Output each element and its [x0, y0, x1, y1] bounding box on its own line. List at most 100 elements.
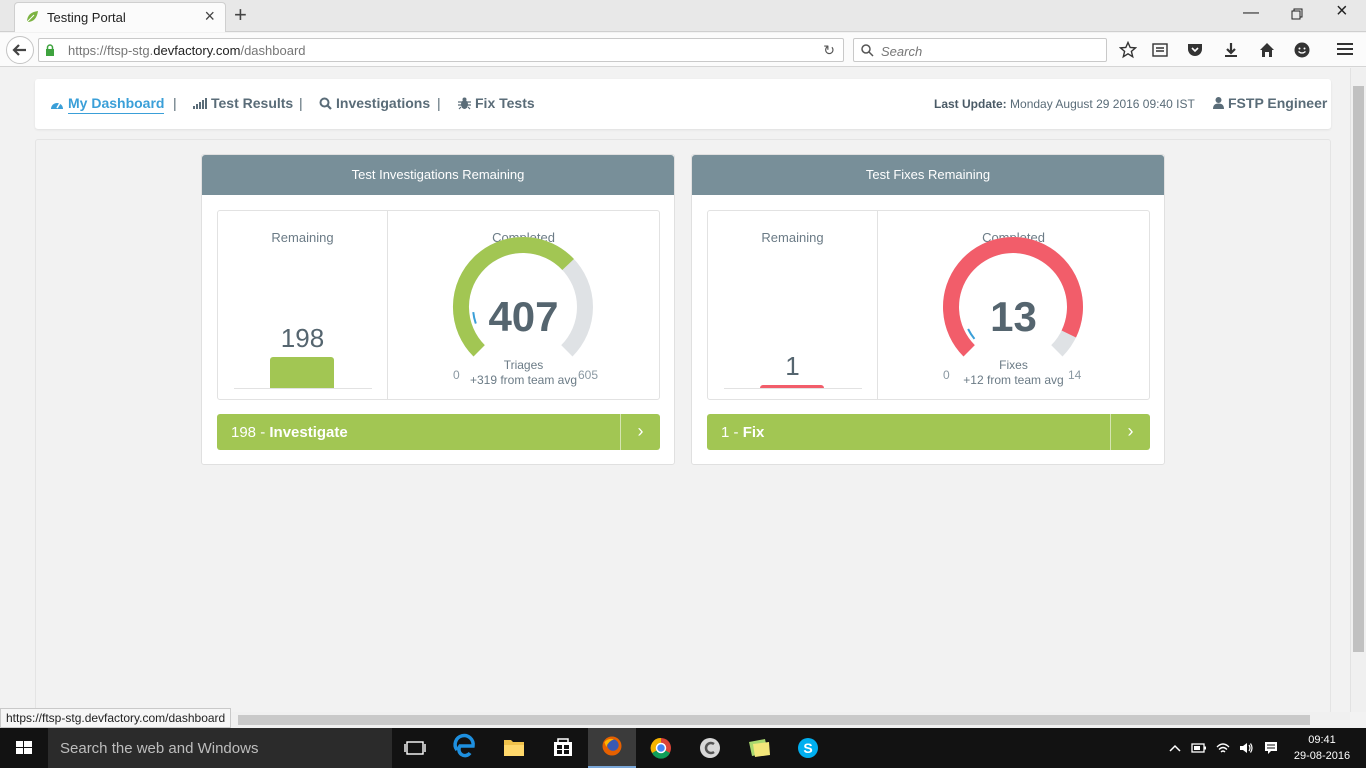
- pocket-icon[interactable]: [1186, 41, 1204, 59]
- battery-icon[interactable]: [1191, 740, 1207, 756]
- vertical-scrollbar[interactable]: [1350, 68, 1366, 712]
- windows-taskbar: Search the web and Windows S 09:41 29-08…: [0, 728, 1366, 768]
- completed-value: 13: [990, 293, 1037, 340]
- remaining-value: 198: [280, 323, 325, 353]
- nav-investigations[interactable]: Investigations: [319, 95, 430, 111]
- window-close-icon[interactable]: ×: [1336, 1, 1348, 21]
- card-title: Test Investigations Remaining: [202, 155, 674, 195]
- lock-icon: [46, 44, 54, 56]
- tab-title: Testing Portal: [47, 10, 126, 25]
- bar-baseline: [234, 388, 372, 389]
- last-update-label: Last Update:: [934, 97, 1007, 111]
- user-name: FSTP Engineer: [1228, 95, 1328, 111]
- gauge-unit: Triages: [503, 358, 544, 372]
- scroll-thumb[interactable]: [1353, 86, 1364, 652]
- completed-panel: Completed 13 Fixes +12 from team avg 0 1…: [878, 211, 1149, 399]
- nav-fix-tests[interactable]: Fix Tests: [458, 95, 535, 111]
- gauge-min: 0: [453, 368, 460, 382]
- nav-my-dashboard[interactable]: My Dashboard: [50, 95, 165, 114]
- last-update-value: Monday August 29 2016 09:40 IST: [1010, 97, 1195, 111]
- chevron-right-icon[interactable]: ›: [1110, 414, 1150, 450]
- reading-list-icon[interactable]: [1151, 41, 1169, 59]
- nav-test-results[interactable]: Test Results: [193, 95, 293, 111]
- completed-value: 407: [488, 293, 559, 340]
- clock-date: 29-08-2016: [1293, 750, 1351, 762]
- back-arrow-icon: [12, 44, 26, 56]
- remaining-value: 1: [785, 351, 800, 381]
- edge-icon[interactable]: [441, 728, 489, 768]
- app-header: My Dashboard | Test Results | Investigat…: [35, 79, 1331, 129]
- volume-icon[interactable]: [1238, 740, 1254, 756]
- hamburger-menu-icon[interactable]: [1337, 42, 1353, 56]
- investigations-card: Test Investigations Remaining Remaining …: [201, 154, 675, 465]
- tab-close-icon[interactable]: ×: [204, 7, 215, 25]
- back-button[interactable]: [6, 36, 34, 64]
- restore-icon[interactable]: [1291, 8, 1303, 20]
- user-icon: [1213, 97, 1224, 109]
- task-view-icon[interactable]: [392, 728, 440, 768]
- hello-chat-icon[interactable]: [1293, 41, 1311, 59]
- taskbar-search-text: Search the web and Windows: [60, 740, 259, 757]
- home-icon[interactable]: [1258, 41, 1276, 59]
- status-url: https://ftsp-stg.devfactory.com/dashboar…: [0, 708, 232, 728]
- nav-separator: |: [437, 95, 441, 111]
- remaining-panel: Remaining 1: [708, 211, 878, 399]
- investigate-button[interactable]: 198 - Investigate ›: [217, 414, 660, 450]
- fix-button[interactable]: 1 - Fix ›: [707, 414, 1150, 450]
- leaf-icon: [26, 11, 38, 23]
- search-input[interactable]: Search: [853, 38, 1107, 62]
- clock-time: 09:41: [1308, 734, 1336, 746]
- gauge-min: 0: [943, 368, 950, 382]
- browser-navbar: https://ftsp-stg.devfactory.com/dashboar…: [0, 33, 1366, 67]
- card-title: Test Fixes Remaining: [692, 155, 1164, 195]
- completed-panel: Completed 407 Triages +319 from team avg…: [388, 211, 659, 399]
- new-tab-icon[interactable]: +: [234, 4, 247, 26]
- search-icon: [319, 97, 332, 110]
- store-icon[interactable]: [539, 728, 587, 768]
- download-icon[interactable]: [1222, 41, 1240, 59]
- system-clock[interactable]: 09:41 29-08-2016: [1290, 732, 1354, 764]
- wifi-icon[interactable]: [1215, 740, 1231, 756]
- team-avg-note: +12 from team avg: [963, 373, 1064, 387]
- gauge-max: 605: [578, 368, 599, 382]
- url-bar[interactable]: https://ftsp-stg.devfactory.com/dashboar…: [38, 38, 844, 62]
- card-stats: Remaining 1 Completed 13 Fixes +12 from …: [707, 210, 1150, 400]
- bug-icon: [458, 97, 471, 109]
- nav-label: Fix Tests: [475, 95, 535, 111]
- action-center-icon[interactable]: [1263, 740, 1279, 756]
- chevron-right-icon[interactable]: ›: [620, 414, 660, 450]
- remaining-bar: [270, 357, 334, 388]
- browser-tab[interactable]: Testing Portal ×: [14, 2, 226, 32]
- card-stats: Remaining 198 Completed 407 Triages +319…: [217, 210, 660, 400]
- chevron-up-icon[interactable]: [1167, 740, 1183, 756]
- ccleaner-icon[interactable]: [686, 728, 734, 768]
- skype-icon[interactable]: S: [784, 728, 832, 768]
- url-text: https://ftsp-stg.devfactory.com/dashboar…: [68, 43, 306, 58]
- bookmark-star-icon[interactable]: [1119, 41, 1137, 59]
- taskbar-search[interactable]: Search the web and Windows: [48, 728, 392, 768]
- svg-text:S: S: [803, 740, 812, 756]
- nav-separator: |: [299, 95, 303, 111]
- minimize-icon[interactable]: —: [1243, 5, 1259, 21]
- gauge-max: 14: [1068, 368, 1082, 382]
- scroll-thumb[interactable]: [238, 715, 1310, 725]
- action-label: 1 - Fix: [721, 424, 765, 441]
- remaining-label: Remaining: [761, 230, 824, 245]
- nav-label: My Dashboard: [68, 95, 165, 114]
- reload-icon[interactable]: ↻: [823, 42, 835, 59]
- windows-start-icon[interactable]: [0, 728, 48, 768]
- nav-separator: |: [173, 95, 177, 111]
- remaining-label: Remaining: [271, 230, 334, 245]
- sticky-notes-icon[interactable]: [735, 728, 783, 768]
- dashboard-icon: [51, 102, 63, 109]
- remaining-panel: Remaining 198: [218, 211, 388, 399]
- chrome-icon[interactable]: [637, 728, 685, 768]
- firefox-icon[interactable]: [588, 728, 636, 768]
- last-update: Last Update: Monday August 29 2016 09:40…: [934, 97, 1195, 111]
- fixes-card: Test Fixes Remaining Remaining 1 Complet…: [691, 154, 1165, 465]
- bar-baseline: [724, 388, 862, 389]
- file-explorer-icon[interactable]: [490, 728, 538, 768]
- nav-label: Test Results: [211, 95, 294, 111]
- action-label: 198 - Investigate: [231, 424, 348, 441]
- user-menu[interactable]: FSTP Engineer: [1213, 95, 1327, 111]
